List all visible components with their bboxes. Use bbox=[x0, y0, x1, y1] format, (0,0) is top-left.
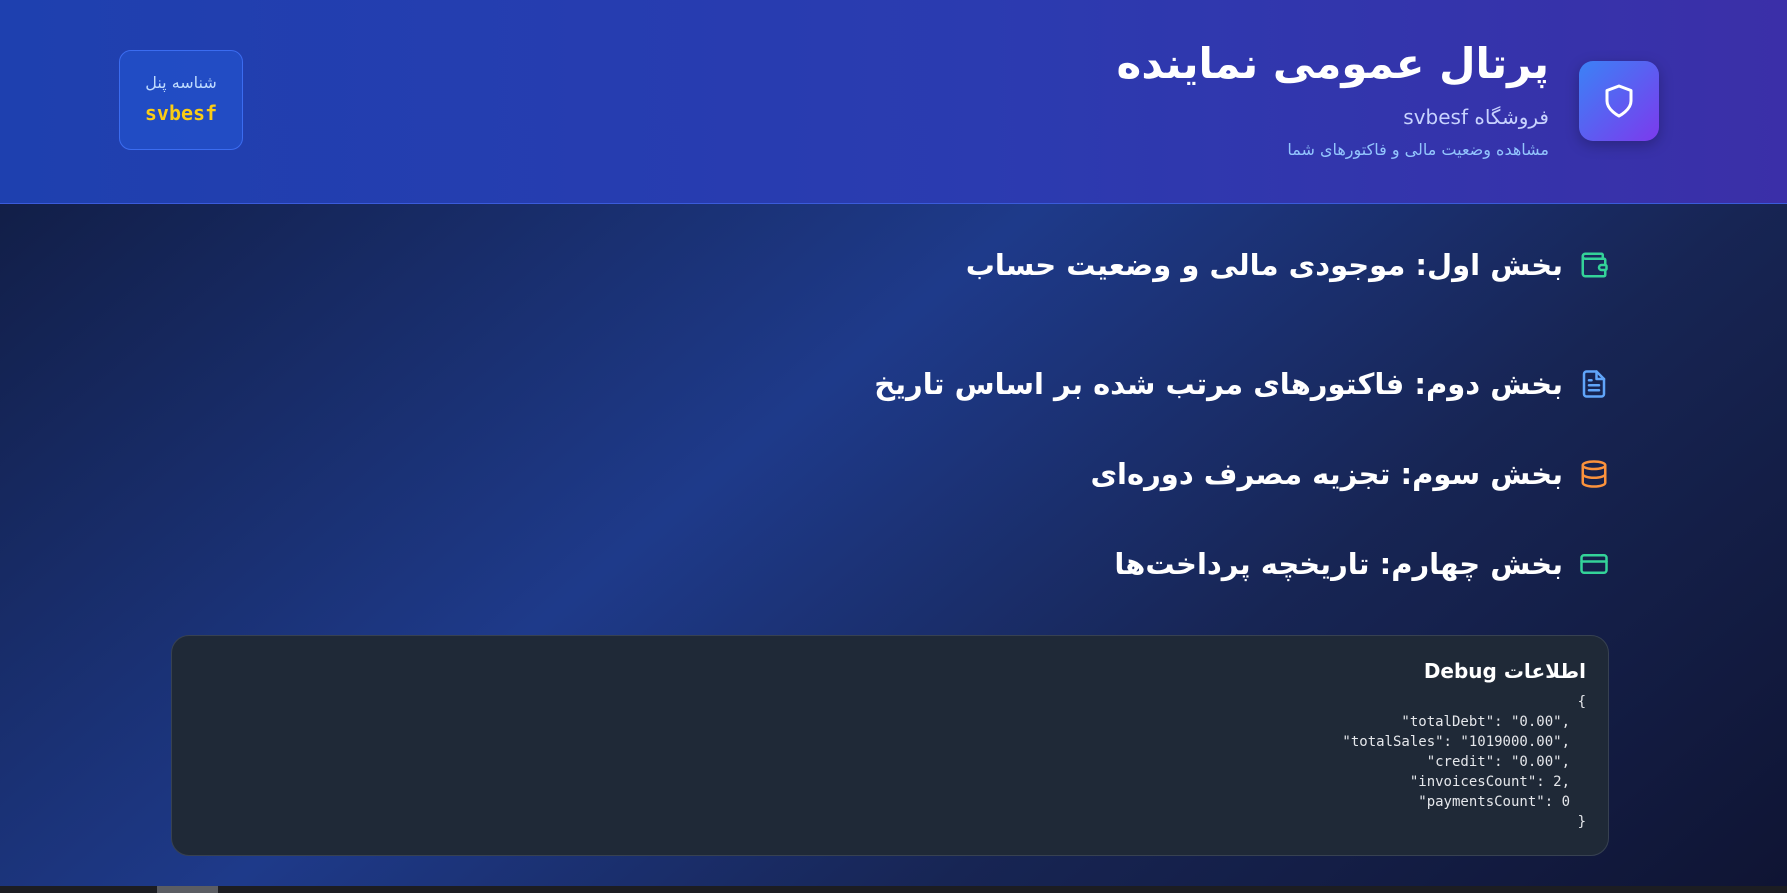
debug-line: paymentsCount": 0" bbox=[1418, 794, 1570, 810]
panel-id-value: svbesf bbox=[144, 101, 218, 125]
section-payment-history[interactable]: بخش چهارم: تاریخچه پرداخت‌ها bbox=[1114, 546, 1609, 582]
page-title: پرتال عمومی نماینده bbox=[1116, 39, 1549, 88]
section-title: بخش سوم: تجزیه مصرف دوره‌ای bbox=[1090, 457, 1563, 491]
store-name: فروشگاه svbesf bbox=[1403, 105, 1549, 129]
credit-card-icon bbox=[1579, 549, 1609, 579]
debug-line: ,"totalDebt": "0.00" bbox=[1401, 714, 1570, 730]
scrollbar-thumb[interactable] bbox=[157, 886, 218, 893]
section-title: بخش چهارم: تاریخچه پرداخت‌ها bbox=[1114, 547, 1563, 581]
header: پرتال عمومی نماینده فروشگاه svbesf مشاهد… bbox=[0, 0, 1787, 204]
header-text: پرتال عمومی نماینده فروشگاه svbesf مشاهد… bbox=[1117, 38, 1549, 160]
section-usage-breakdown[interactable]: بخش سوم: تجزیه مصرف دوره‌ای bbox=[1090, 456, 1609, 492]
debug-panel: اطلاعات Debug } ,"totalDebt": "0.00" ,"t… bbox=[171, 635, 1609, 856]
debug-line: } bbox=[1577, 694, 1586, 710]
shield-icon bbox=[1579, 61, 1659, 141]
page: پرتال عمومی نماینده فروشگاه svbesf مشاهد… bbox=[0, 0, 1787, 893]
debug-line: { bbox=[1577, 814, 1586, 830]
debug-line: ,"credit": "0.00" bbox=[1426, 754, 1570, 770]
section-financial-balance[interactable]: بخش اول: موجودی مالی و وضعیت حساب bbox=[966, 247, 1609, 283]
debug-line: ,"totalSales": "1019000.00" bbox=[1342, 734, 1570, 750]
horizontal-scrollbar[interactable] bbox=[0, 886, 1787, 893]
document-icon bbox=[1579, 369, 1609, 399]
page-subtitle: مشاهده وضعیت مالی و فاکتورهای شما bbox=[1287, 140, 1549, 159]
panel-id-badge: شناسه پنل svbesf bbox=[119, 50, 243, 150]
section-invoices[interactable]: بخش دوم: فاکتورهای مرتب شده بر اساس تاری… bbox=[874, 366, 1609, 402]
section-title: بخش اول: موجودی مالی و وضعیت حساب bbox=[965, 248, 1563, 282]
database-icon bbox=[1579, 459, 1609, 489]
debug-line: ,invoicesCount": 2" bbox=[1409, 774, 1570, 790]
debug-json: } ,"totalDebt": "0.00" ,"totalSales": "1… bbox=[194, 692, 1586, 832]
section-title: بخش دوم: فاکتورهای مرتب شده بر اساس تاری… bbox=[874, 367, 1563, 401]
panel-id-label: شناسه پنل bbox=[145, 73, 217, 92]
debug-title: اطلاعات Debug bbox=[1423, 659, 1586, 683]
wallet-icon bbox=[1579, 250, 1609, 280]
